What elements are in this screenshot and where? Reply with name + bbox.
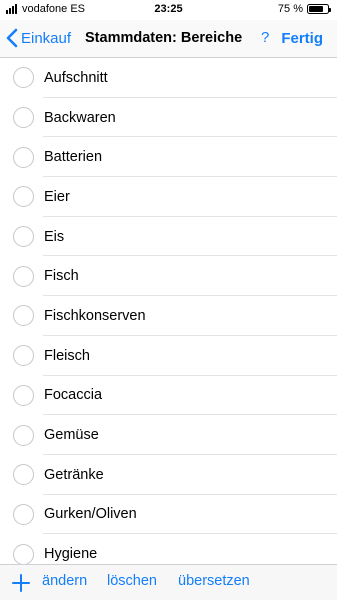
list-item-label: Gemüse <box>44 427 99 444</box>
list-item-label: Backwaren <box>44 109 116 126</box>
radio-circle-icon[interactable] <box>13 305 34 327</box>
list-item[interactable]: Eier <box>0 177 337 217</box>
radio-circle-icon[interactable] <box>13 107 34 129</box>
navigation-bar: Einkauf Stammdaten: Bereiche ? Fertig <box>0 20 337 58</box>
chevron-left-icon <box>6 28 18 48</box>
radio-circle-icon[interactable] <box>13 186 34 208</box>
battery-level <box>309 6 323 12</box>
list-item[interactable]: Getränke <box>0 455 337 495</box>
page-title: Stammdaten: Bereiche <box>85 30 243 46</box>
translate-button[interactable]: übersetzen <box>178 573 250 589</box>
list-item-label: Fisch <box>44 268 79 285</box>
list-item-label: Gurken/Oliven <box>44 506 137 523</box>
bottom-toolbar: ändern löschen übersetzen <box>0 564 337 600</box>
list-item-label: Hygiene <box>44 546 98 563</box>
radio-circle-icon[interactable] <box>13 226 34 248</box>
app-screen: vodafone ES 23:25 75 % Einkauf Stammdate… <box>0 0 337 600</box>
list-item-label: Eis <box>44 228 65 245</box>
status-bar: vodafone ES 23:25 75 % <box>0 0 337 20</box>
list-item-label: Batterien <box>44 149 103 166</box>
radio-circle-icon[interactable] <box>13 424 34 446</box>
list-item-label: Eier <box>44 188 70 205</box>
change-button[interactable]: ändern <box>42 573 87 589</box>
list-item[interactable]: Focaccia <box>0 376 337 416</box>
battery-icon <box>307 4 331 14</box>
plus-icon[interactable] <box>11 573 31 593</box>
list-item[interactable]: Backwaren <box>0 98 337 138</box>
radio-circle-icon[interactable] <box>13 464 34 486</box>
list-item-label: Getränke <box>44 466 104 483</box>
delete-button[interactable]: löschen <box>107 573 157 589</box>
done-button[interactable]: Fertig <box>281 30 323 47</box>
category-list: Aufschnitt Backwaren Batterien Eier Eis … <box>0 58 337 564</box>
list-item[interactable]: Aufschnitt <box>0 58 337 98</box>
help-button[interactable]: ? <box>261 29 269 46</box>
radio-circle-icon[interactable] <box>13 543 34 564</box>
list-item[interactable]: Gemüse <box>0 415 337 455</box>
list-item[interactable]: Eis <box>0 217 337 257</box>
status-right: 75 % <box>277 3 331 15</box>
radio-circle-icon[interactable] <box>13 67 34 89</box>
radio-circle-icon[interactable] <box>13 384 34 406</box>
list-item-label: Aufschnitt <box>44 69 108 86</box>
list-item[interactable]: Fleisch <box>0 336 337 376</box>
list-item-label: Fischkonserven <box>44 307 146 324</box>
list-item-label: Focaccia <box>44 387 103 404</box>
back-button-label: Einkauf <box>21 29 72 47</box>
list-item[interactable]: Batterien <box>0 137 337 177</box>
battery-percent: 75 % <box>277 3 303 15</box>
list-item[interactable]: Fisch <box>0 256 337 296</box>
radio-circle-icon[interactable] <box>13 265 34 287</box>
list-item[interactable]: Fischkonserven <box>0 296 337 336</box>
radio-circle-icon[interactable] <box>13 503 34 525</box>
radio-circle-icon[interactable] <box>13 345 34 367</box>
back-button[interactable]: Einkauf <box>6 28 71 48</box>
list-item-label: Fleisch <box>44 347 90 364</box>
list-item[interactable]: Gurken/Oliven <box>0 495 337 535</box>
list-item[interactable]: Hygiene <box>0 534 337 564</box>
radio-circle-icon[interactable] <box>13 146 34 168</box>
